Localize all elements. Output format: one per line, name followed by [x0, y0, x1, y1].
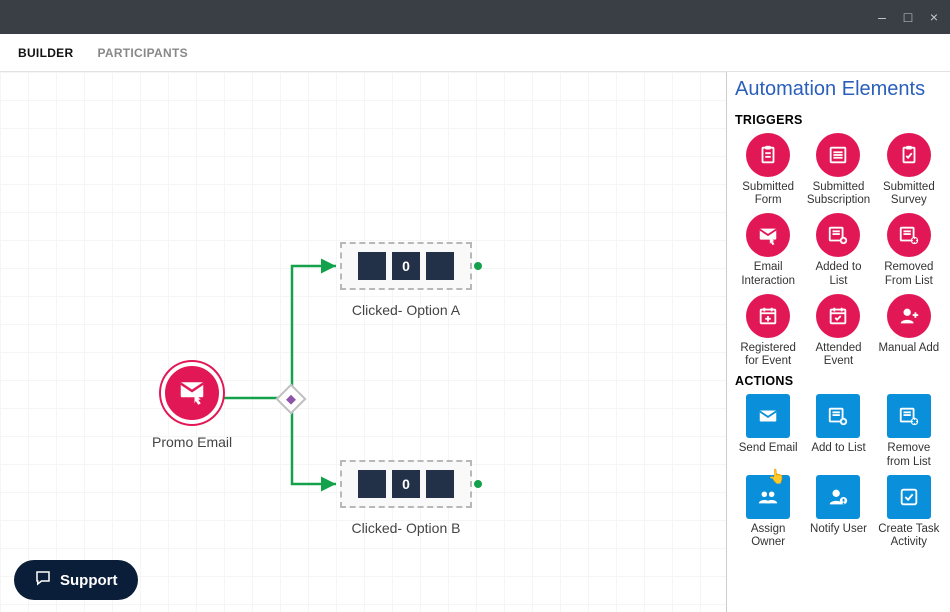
branch-slot-a[interactable]: 0 Clicked- Option A [340, 242, 472, 318]
palette-item-label: Manual Add [878, 342, 939, 355]
palette-item[interactable]: Submitted Form [735, 133, 801, 207]
slot-chip [426, 470, 454, 498]
slot-chip [426, 252, 454, 280]
support-button[interactable]: Support [14, 560, 138, 600]
calendar-plus-icon [746, 294, 790, 338]
palette-item-label: Send Email [739, 442, 798, 455]
slot-count: 0 [392, 252, 420, 280]
drop-slot[interactable]: 0 [340, 460, 472, 508]
palette-item-label: Email Interaction [735, 261, 801, 287]
list-add-icon [816, 213, 860, 257]
palette-item-label: Registered for Event [735, 342, 801, 368]
palette-item-label: Added to List [805, 261, 871, 287]
chat-icon [34, 569, 52, 591]
palette-item[interactable]: Removed From List [876, 213, 942, 287]
automation-canvas[interactable]: Promo Email 0 Clicked- Option A 0 Clicke… [0, 72, 726, 612]
trigger-node[interactable]: Promo Email [152, 362, 232, 450]
actions-heading: ACTIONS [735, 374, 942, 388]
titlebar: – □ × [0, 0, 950, 34]
decision-node[interactable] [275, 383, 306, 414]
palette-item-label: Create Task Activity [876, 523, 942, 549]
palette-item[interactable]: Submitted Survey [876, 133, 942, 207]
clipboard-check-icon [887, 133, 931, 177]
minimize-button[interactable]: – [874, 9, 890, 25]
palette-item[interactable]: Manual Add [876, 294, 942, 368]
drop-slot[interactable]: 0 [340, 242, 472, 290]
users-icon [746, 475, 790, 519]
check-square-icon [887, 475, 931, 519]
palette-item-label: Removed From List [876, 261, 942, 287]
palette-item-label: Notify User [810, 523, 867, 536]
list-add-icon [816, 394, 860, 438]
close-button[interactable]: × [926, 9, 942, 25]
branch-label: Clicked- Option A [340, 302, 472, 318]
tab-bar: BUILDER PARTICIPANTS [0, 34, 950, 72]
palette-item[interactable]: Assign Owner [735, 475, 801, 549]
user-alert-icon [816, 475, 860, 519]
palette-item-label: Assign Owner [735, 523, 801, 549]
slot-chip [358, 252, 386, 280]
palette-item-label: Submitted Subscription [805, 181, 871, 207]
trigger-circle[interactable] [161, 362, 223, 424]
palette-item[interactable]: Email Interaction [735, 213, 801, 287]
list-remove-icon [887, 213, 931, 257]
palette-item-label: Add to List [811, 442, 865, 455]
tab-builder[interactable]: BUILDER [18, 46, 73, 60]
palette-item-label: Submitted Survey [876, 181, 942, 207]
palette-item[interactable]: Add to List [805, 394, 871, 468]
maximize-button[interactable]: □ [900, 9, 916, 25]
palette-item[interactable]: Registered for Event [735, 294, 801, 368]
calendar-check-icon [816, 294, 860, 338]
tab-participants[interactable]: PARTICIPANTS [97, 46, 188, 60]
palette-item-label: Remove from List [876, 442, 942, 468]
support-label: Support [60, 572, 118, 589]
envelope-click-icon [746, 213, 790, 257]
panel-title: Automation Elements [735, 76, 942, 109]
branch-slot-b[interactable]: 0 Clicked- Option B [340, 460, 472, 536]
palette-item-label: Submitted Form [735, 181, 801, 207]
palette-item[interactable]: Remove from List [876, 394, 942, 468]
palette-item[interactable]: Send Email [735, 394, 801, 468]
branch-label: Clicked- Option B [340, 520, 472, 536]
output-port[interactable] [474, 480, 482, 488]
slot-count: 0 [392, 470, 420, 498]
list-remove-icon [887, 394, 931, 438]
user-plus-icon [887, 294, 931, 338]
palette-item[interactable]: Create Task Activity [876, 475, 942, 549]
triggers-heading: TRIGGERS [735, 113, 942, 127]
envelope-icon [746, 394, 790, 438]
palette-item[interactable]: Attended Event [805, 294, 871, 368]
palette-item[interactable]: Notify User [805, 475, 871, 549]
list-icon [816, 133, 860, 177]
palette-item[interactable]: Submitted Subscription [805, 133, 871, 207]
palette-item[interactable]: Added to List [805, 213, 871, 287]
output-port[interactable] [474, 262, 482, 270]
clipboard-icon [746, 133, 790, 177]
palette-item-label: Attended Event [805, 342, 871, 368]
automation-elements-panel: Automation Elements TRIGGERS Submitted F… [726, 72, 950, 612]
trigger-label: Promo Email [152, 434, 232, 450]
slot-chip [358, 470, 386, 498]
envelope-click-icon [177, 376, 207, 411]
